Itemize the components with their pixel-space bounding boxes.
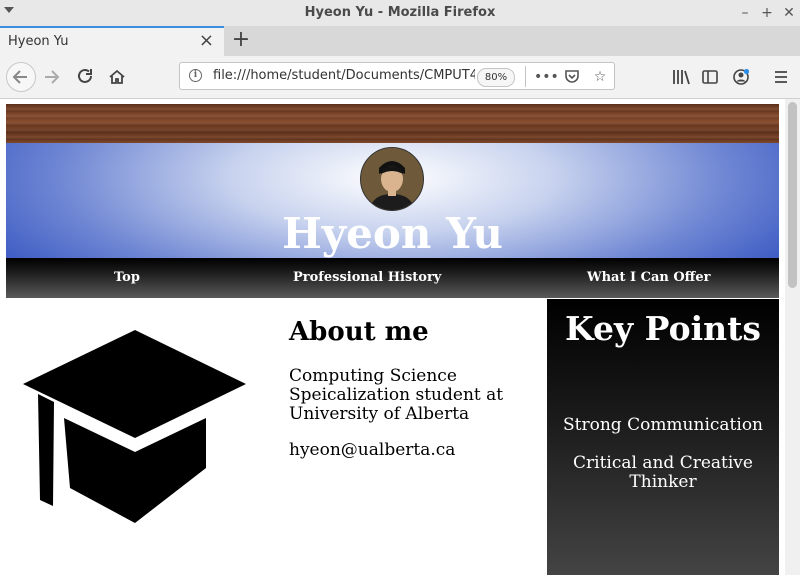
pocket-icon[interactable] bbox=[562, 67, 582, 87]
nav-toolbar: i file:///home/student/Documents/CMPUT4 … bbox=[0, 56, 800, 99]
page-actions-icon[interactable]: ••• bbox=[534, 67, 559, 87]
url-bar[interactable]: i file:///home/student/Documents/CMPUT4 … bbox=[179, 62, 615, 90]
new-tab-icon[interactable]: + bbox=[230, 28, 252, 52]
close-icon[interactable]: ✕ bbox=[780, 4, 798, 22]
maximize-icon[interactable]: + bbox=[758, 4, 776, 22]
key-point-item: Critical and Creative Thinker bbox=[573, 453, 753, 492]
nav-link-top[interactable]: Top bbox=[114, 258, 140, 298]
back-icon[interactable] bbox=[6, 62, 36, 92]
sidebar-icon[interactable] bbox=[696, 63, 724, 91]
window-titlebar: Hyeon Yu - Mozilla Firefox – + ✕ bbox=[0, 0, 800, 27]
nav-link-professional-history[interactable]: Professional History bbox=[293, 258, 441, 298]
key-point-item: Strong Communication bbox=[563, 415, 763, 435]
tab-label: Hyeon Yu bbox=[8, 34, 69, 49]
tab-close-icon[interactable]: × bbox=[199, 30, 214, 52]
about-email: hyeon@ualberta.ca bbox=[289, 440, 456, 460]
site-info-icon[interactable]: i bbox=[189, 69, 202, 82]
account-icon[interactable] bbox=[727, 63, 755, 91]
library-icon[interactable] bbox=[667, 63, 695, 91]
about-heading: About me bbox=[289, 317, 429, 347]
reload-icon[interactable] bbox=[71, 63, 99, 91]
graduation-cap-icon bbox=[20, 328, 250, 524]
minimize-icon[interactable]: – bbox=[736, 4, 754, 22]
page-scrollbar[interactable] bbox=[785, 99, 800, 575]
page-viewport: Hyeon Yu Top Professional History What I… bbox=[0, 99, 785, 575]
hamburger-menu-icon[interactable] bbox=[767, 63, 795, 91]
key-points-panel: Key Points Strong Communication Critical… bbox=[547, 299, 779, 575]
zoom-level-badge[interactable]: 80% bbox=[477, 68, 515, 87]
site-navbar: Top Professional History What I Can Offe… bbox=[6, 258, 779, 298]
forward-icon[interactable] bbox=[39, 63, 67, 91]
url-bar-divider bbox=[525, 66, 526, 87]
tab-strip: Hyeon Yu × + bbox=[0, 26, 800, 56]
tab-active[interactable]: Hyeon Yu × bbox=[0, 26, 224, 56]
wood-header-banner bbox=[6, 104, 779, 143]
bookmark-star-icon[interactable]: ☆ bbox=[590, 67, 610, 87]
home-icon[interactable] bbox=[103, 63, 131, 91]
hero-name: Hyeon Yu bbox=[282, 209, 503, 258]
hero-banner: Hyeon Yu bbox=[6, 143, 779, 258]
avatar bbox=[360, 147, 424, 211]
nav-link-what-i-can-offer[interactable]: What I Can Offer bbox=[587, 258, 710, 298]
key-points-heading: Key Points bbox=[565, 309, 761, 348]
about-description: Computing Science Speicalization student… bbox=[289, 366, 504, 424]
scrollbar-thumb[interactable] bbox=[788, 102, 797, 288]
window-title: Hyeon Yu - Mozilla Firefox bbox=[304, 5, 496, 20]
url-text[interactable]: file:///home/student/Documents/CMPUT4 bbox=[213, 68, 475, 83]
